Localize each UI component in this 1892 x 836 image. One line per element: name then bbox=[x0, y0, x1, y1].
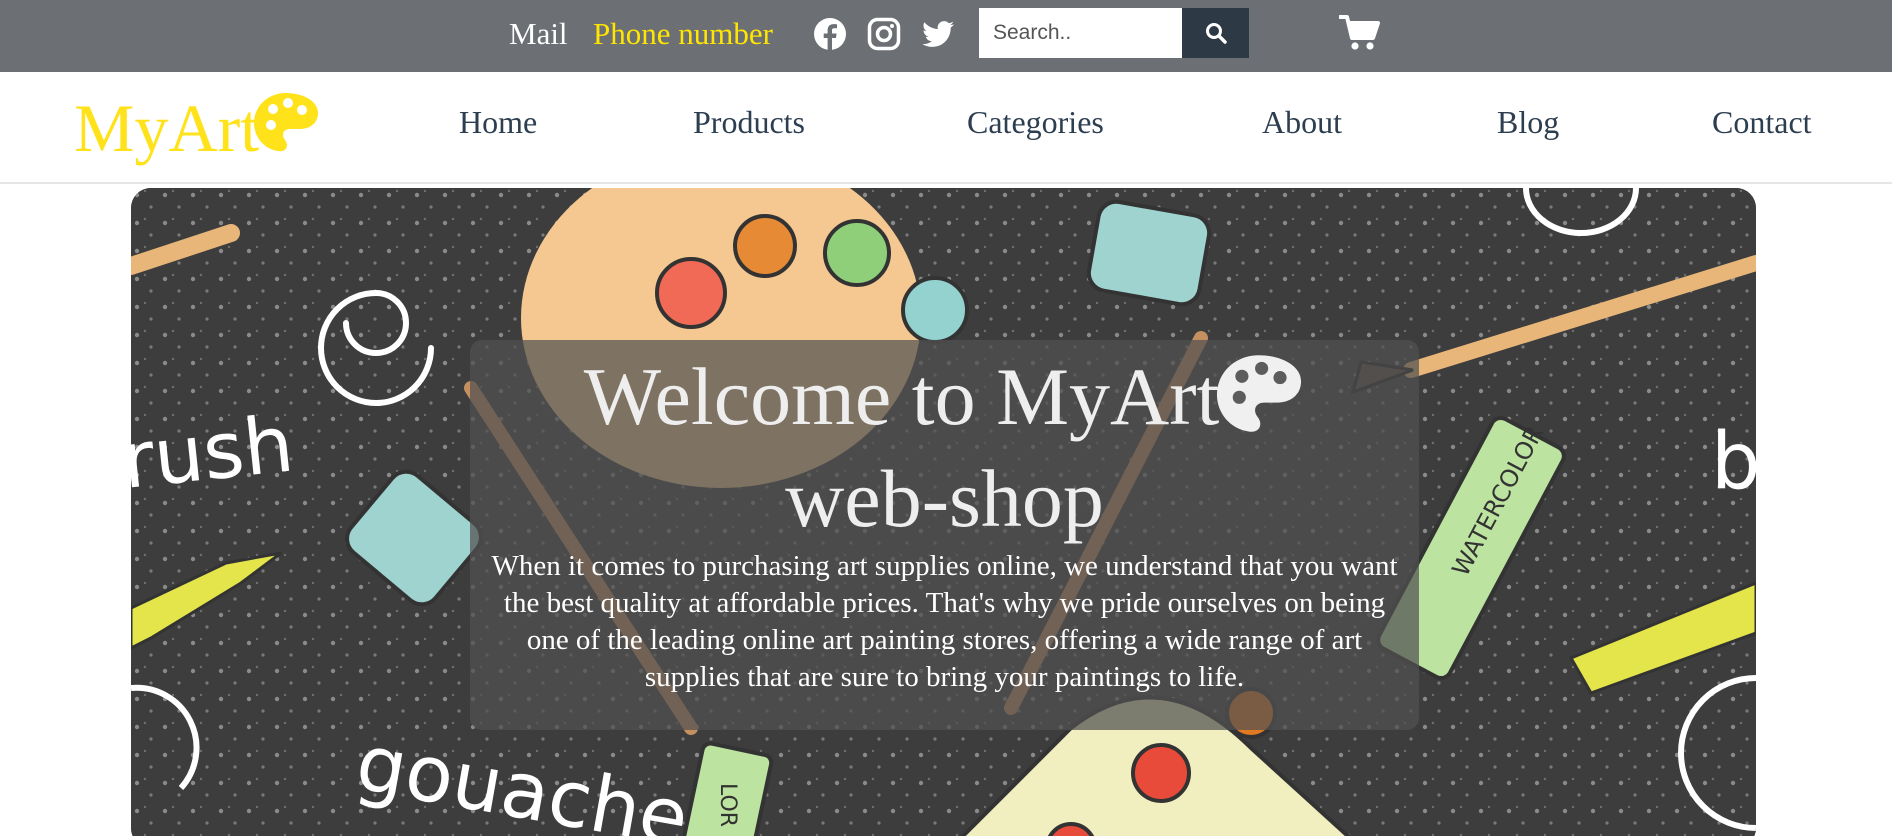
facebook-icon[interactable] bbox=[813, 17, 847, 51]
nav-item-categories[interactable]: Categories bbox=[967, 104, 1104, 141]
hero-title: Welcome to MyArt web-shop bbox=[470, 346, 1419, 550]
hero-text-panel: Welcome to MyArt web-shop When it comes … bbox=[470, 340, 1419, 730]
search-icon bbox=[1205, 23, 1227, 44]
mail-link[interactable]: Mail bbox=[509, 16, 568, 52]
hero-description: When it comes to purchasing art supplies… bbox=[491, 550, 1398, 693]
hero-banner: WATERCOLOR LOR rush gouache b Welcome to… bbox=[131, 188, 1756, 836]
site-logo[interactable]: MyArt bbox=[74, 86, 321, 170]
search-input[interactable] bbox=[979, 8, 1183, 58]
nav-item-blog[interactable]: Blog bbox=[1497, 104, 1559, 141]
brush-lettering: rush bbox=[131, 399, 298, 506]
bottom-tube-label: LOR bbox=[715, 783, 740, 827]
top-bar: Mail Phone number bbox=[0, 0, 1892, 72]
cart-icon[interactable] bbox=[1338, 14, 1381, 52]
main-navigation: MyArt Home Products Categories About Blo… bbox=[0, 72, 1892, 184]
twitter-icon[interactable] bbox=[921, 17, 955, 51]
nav-item-about[interactable]: About bbox=[1262, 104, 1342, 141]
nav-item-home[interactable]: Home bbox=[459, 104, 537, 141]
nav-item-products[interactable]: Products bbox=[693, 104, 805, 141]
instagram-icon[interactable] bbox=[867, 17, 901, 51]
palette-icon bbox=[1217, 355, 1302, 432]
nav-item-contact[interactable]: Contact bbox=[1712, 104, 1812, 141]
phone-number-link[interactable]: Phone number bbox=[593, 16, 773, 52]
hero-title-line1: Welcome to MyArt bbox=[583, 351, 1220, 442]
b-lettering: b bbox=[1711, 417, 1756, 507]
palette-icon bbox=[254, 93, 319, 152]
search-button[interactable] bbox=[1182, 8, 1249, 58]
hero-title-line2: web-shop bbox=[785, 453, 1104, 544]
logo-text: MyArt bbox=[74, 89, 260, 166]
